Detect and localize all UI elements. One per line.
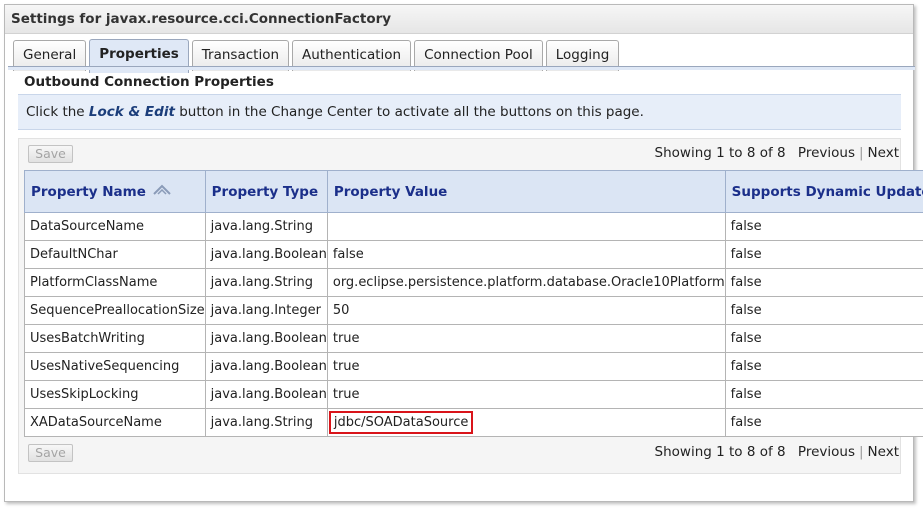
previous-link[interactable]: Previous <box>798 145 855 161</box>
table-row: SequencePreallocationSize java.lang.Inte… <box>24 296 923 325</box>
property-type-cell: java.lang.Integer <box>204 296 328 325</box>
property-name-cell: PlatformClassName <box>24 268 206 297</box>
lock-edit-emphasis: Lock & Edit <box>88 104 175 120</box>
save-button-bottom[interactable]: Save <box>28 444 73 462</box>
info-suffix: button in the Change Center to activate … <box>174 104 644 120</box>
next-link[interactable]: Next <box>868 444 899 460</box>
sort-ascending-icon[interactable] <box>152 184 171 200</box>
table-row: UsesNativeSequencing java.lang.Boolean t… <box>24 352 923 381</box>
property-name-cell: DataSourceName <box>24 212 206 241</box>
dynamic-updates-cell: false <box>724 324 923 353</box>
property-value-cell-highlighted: jdbc/SOADataSource <box>326 408 726 437</box>
pager-bottom: Showing 1 to 8 of 8 Previous | Next <box>655 444 899 460</box>
property-type-cell: java.lang.Boolean <box>204 240 328 269</box>
pager-top: Showing 1 to 8 of 8 Previous | Next <box>655 145 899 161</box>
previous-link[interactable]: Previous <box>798 444 855 460</box>
table-row: DefaultNChar java.lang.Boolean false fal… <box>24 240 923 269</box>
property-name-cell: UsesNativeSequencing <box>24 352 206 381</box>
property-value-cell: true <box>326 324 726 353</box>
dynamic-updates-cell: false <box>724 212 923 241</box>
property-type-cell: java.lang.Boolean <box>204 380 328 409</box>
property-value-cell: false <box>326 240 726 269</box>
showing-count: Showing 1 to 8 of 8 <box>654 145 786 161</box>
next-link[interactable]: Next <box>868 145 899 161</box>
property-type-cell: java.lang.Boolean <box>204 324 328 353</box>
pager-separator: | <box>858 145 864 161</box>
property-name-cell: UsesBatchWriting <box>24 324 206 353</box>
table-row: DataSourceName java.lang.String false <box>24 212 923 241</box>
column-header-dynamic-updates[interactable]: Supports Dynamic Updates <box>724 170 923 213</box>
property-value-cell: org.eclipse.persistence.platform.databas… <box>326 268 726 297</box>
dynamic-updates-cell: false <box>724 408 923 437</box>
info-prefix: Click the <box>26 104 89 120</box>
property-value-cell: 50 <box>326 296 726 325</box>
property-name-cell: XADataSourceName <box>24 408 206 437</box>
section-title: Outbound Connection Properties <box>24 74 274 90</box>
info-message: Click the Lock & Edit button in the Chan… <box>18 94 901 130</box>
property-name-cell: UsesSkipLocking <box>24 380 206 409</box>
dynamic-updates-cell: false <box>724 296 923 325</box>
save-button-top[interactable]: Save <box>28 145 73 163</box>
table-row: UsesSkipLocking java.lang.Boolean true f… <box>24 380 923 409</box>
property-name-cell: SequencePreallocationSize <box>24 296 206 325</box>
column-header-property-type[interactable]: Property Type <box>204 170 328 213</box>
highlight-box: jdbc/SOADataSource <box>328 411 474 434</box>
column-header-property-value[interactable]: Property Value <box>326 170 726 213</box>
property-type-cell: java.lang.String <box>204 268 328 297</box>
dynamic-updates-cell: false <box>724 352 923 381</box>
table-row: XADataSourceName java.lang.String jdbc/S… <box>24 408 923 437</box>
tab-underline <box>8 66 915 70</box>
property-type-cell: java.lang.String <box>204 408 328 437</box>
dynamic-updates-cell: false <box>724 240 923 269</box>
property-type-cell: java.lang.Boolean <box>204 352 328 381</box>
window-title: Settings for javax.resource.cci.Connecti… <box>5 5 913 34</box>
dynamic-updates-cell: false <box>724 380 923 409</box>
property-value-cell: true <box>326 352 726 381</box>
property-value-cell <box>326 212 726 241</box>
properties-table: Property Name Property Type Property Val… <box>24 170 923 437</box>
dynamic-updates-cell: false <box>724 268 923 297</box>
property-type-cell: java.lang.String <box>204 212 328 241</box>
table-row: PlatformClassName java.lang.String org.e… <box>24 268 923 297</box>
property-value-cell: true <box>326 380 726 409</box>
property-name-cell: DefaultNChar <box>24 240 206 269</box>
table-header-row: Property Name Property Type Property Val… <box>24 170 923 213</box>
table-row: UsesBatchWriting java.lang.Boolean true … <box>24 324 923 353</box>
showing-count: Showing 1 to 8 of 8 <box>654 444 786 460</box>
column-header-property-name[interactable]: Property Name <box>24 170 206 213</box>
pager-separator: | <box>858 444 864 460</box>
